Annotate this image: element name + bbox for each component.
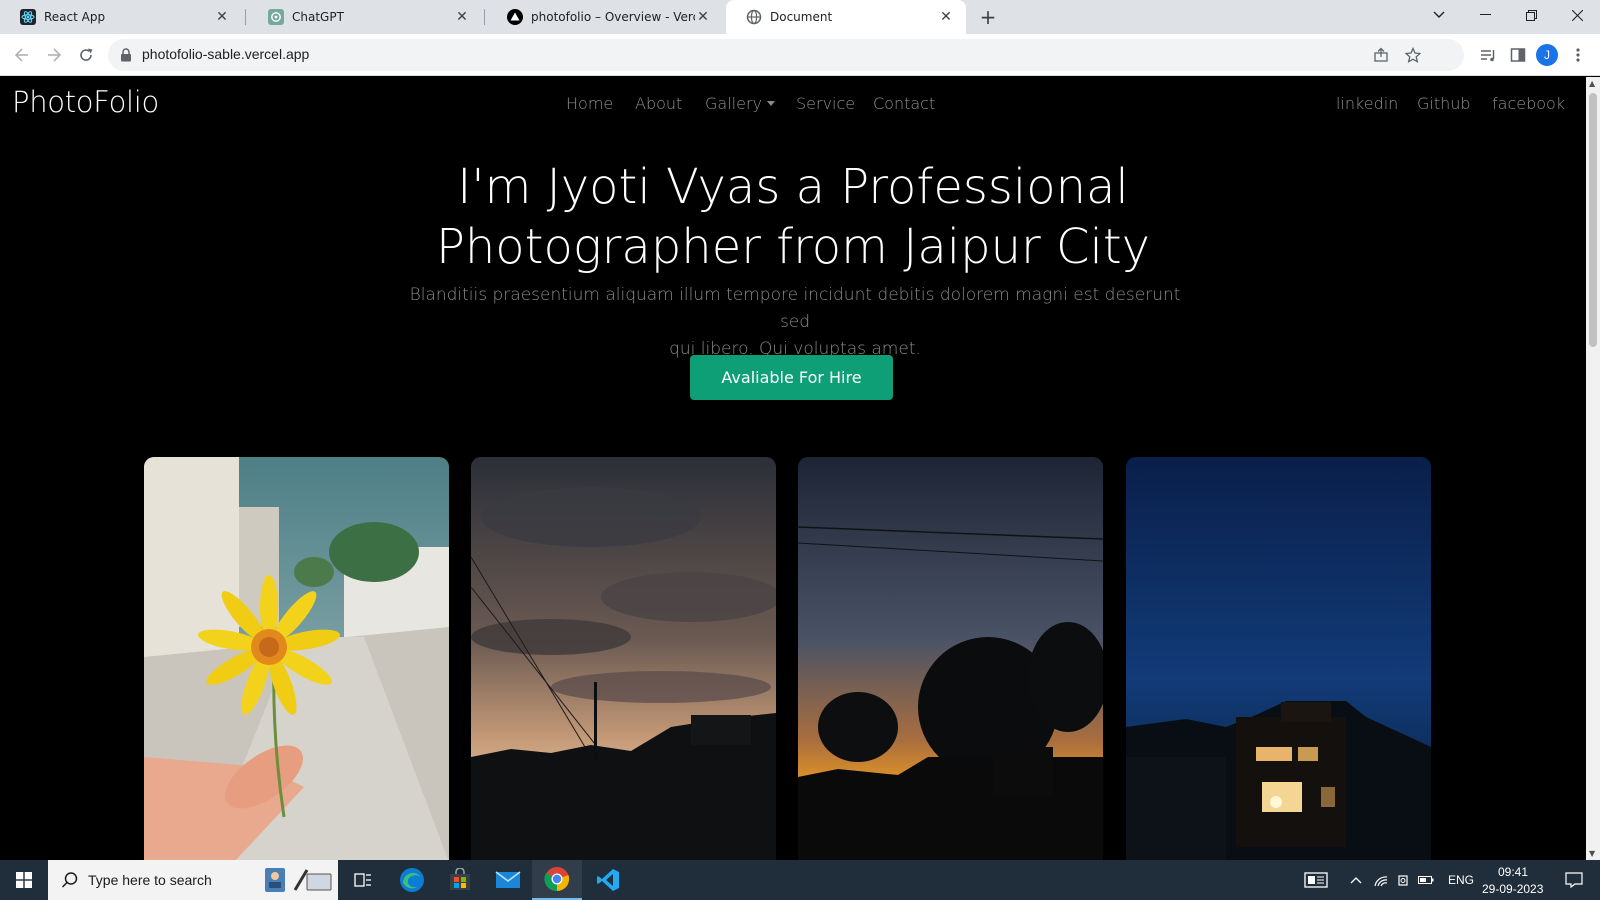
social-linkedin[interactable]: linkedin bbox=[1336, 94, 1398, 113]
speaker-icon[interactable] bbox=[1394, 860, 1414, 900]
hero-title-line2: Photographer from Jaipur City bbox=[435, 219, 1151, 275]
react-icon bbox=[20, 9, 36, 25]
wifi-icon[interactable] bbox=[1370, 860, 1392, 900]
clock-date[interactable]: 29-09-2023 bbox=[1482, 882, 1543, 896]
media-control-icon[interactable] bbox=[1476, 43, 1500, 67]
lock-icon[interactable] bbox=[120, 47, 132, 66]
address-bar[interactable]: photofolio-sable.vercel.app bbox=[108, 39, 1464, 71]
window-close-icon[interactable] bbox=[1554, 0, 1600, 30]
task-view-icon[interactable] bbox=[340, 860, 386, 900]
web-page: PhotoFolio Home About Gallery Service Co… bbox=[0, 77, 1586, 860]
tab-react-app[interactable]: React App ✕ bbox=[0, 0, 242, 34]
nav-gallery[interactable]: Gallery bbox=[705, 94, 775, 113]
side-panel-icon[interactable] bbox=[1506, 43, 1530, 67]
cloudy-sunset-photo bbox=[471, 457, 776, 860]
chrome-app-icon[interactable] bbox=[532, 860, 582, 900]
nav-contact[interactable]: Contact bbox=[873, 94, 935, 113]
nav-service[interactable]: Service bbox=[796, 94, 855, 113]
vscode-icon[interactable] bbox=[584, 860, 632, 900]
reload-icon[interactable] bbox=[74, 43, 98, 67]
globe-icon bbox=[746, 9, 762, 25]
tab-title: ChatGPT bbox=[292, 10, 344, 24]
hero-description: Blanditiis praesentium aliquam illum tem… bbox=[400, 282, 1190, 363]
tab-divider bbox=[245, 9, 246, 25]
gallery-card-sunset[interactable] bbox=[798, 457, 1103, 860]
scroll-up-icon[interactable]: ▲ bbox=[1589, 79, 1595, 88]
language-indicator[interactable]: ENG bbox=[1448, 873, 1474, 887]
hero-title-line1: I'm Jyoti Vyas a Professional bbox=[457, 159, 1129, 215]
flower-photo bbox=[144, 457, 449, 860]
tab-vercel[interactable]: photofolio – Overview - Vercel ✕ bbox=[487, 0, 723, 34]
close-icon[interactable]: ✕ bbox=[454, 9, 470, 25]
gallery-card-flower[interactable] bbox=[144, 457, 449, 860]
share-icon[interactable] bbox=[1372, 46, 1390, 64]
profile-avatar[interactable]: J bbox=[1536, 44, 1558, 66]
social-facebook[interactable]: facebook bbox=[1492, 94, 1565, 113]
minimize-icon[interactable] bbox=[1462, 0, 1508, 30]
tab-title: Document bbox=[770, 10, 833, 24]
gallery-card-night[interactable] bbox=[1126, 457, 1431, 860]
windows-taskbar: Type here to search ENG 09:41 29-09-2023 bbox=[0, 860, 1600, 900]
tab-title: React App bbox=[44, 10, 106, 24]
search-icon bbox=[61, 871, 79, 893]
tab-search-icon[interactable] bbox=[1416, 0, 1462, 30]
hero-text-line1: Blanditiis praesentium aliquam illum tem… bbox=[409, 285, 1181, 332]
nav-gallery-label: Gallery bbox=[705, 94, 762, 113]
notification-center-icon[interactable] bbox=[1556, 860, 1592, 900]
nav-home[interactable]: Home bbox=[566, 94, 613, 113]
windows-start-icon[interactable] bbox=[0, 860, 48, 900]
browser-toolbar: photofolio-sable.vercel.app J bbox=[0, 34, 1600, 76]
vercel-icon bbox=[507, 9, 523, 25]
mail-icon[interactable] bbox=[484, 860, 532, 900]
browser-tab-strip: React App ✕ ChatGPT ✕ photofolio – Overv… bbox=[0, 0, 1600, 34]
back-arrow-icon[interactable] bbox=[10, 43, 34, 67]
new-tab-button[interactable]: + bbox=[976, 5, 1000, 29]
caret-down-icon bbox=[766, 101, 775, 106]
search-placeholder: Type here to search bbox=[88, 872, 212, 888]
close-icon[interactable]: ✕ bbox=[695, 9, 711, 25]
tab-chatgpt[interactable]: ChatGPT ✕ bbox=[248, 0, 482, 34]
social-github[interactable]: Github bbox=[1417, 94, 1471, 113]
more-menu-icon[interactable] bbox=[1566, 43, 1590, 67]
sunset-trees-photo bbox=[798, 457, 1103, 860]
nav-about[interactable]: About bbox=[635, 94, 682, 113]
tab-document[interactable]: Document ✕ bbox=[726, 0, 966, 34]
battery-icon[interactable] bbox=[1416, 860, 1436, 900]
gallery-card-clouds[interactable] bbox=[471, 457, 776, 860]
close-icon[interactable]: ✕ bbox=[214, 9, 230, 25]
chatgpt-icon bbox=[268, 9, 284, 25]
forward-arrow-icon[interactable] bbox=[42, 43, 66, 67]
taskbar-search-box[interactable]: Type here to search bbox=[48, 860, 338, 900]
microsoft-store-icon[interactable] bbox=[436, 860, 484, 900]
tab-divider bbox=[484, 9, 485, 25]
hero-title: I'm Jyoti Vyas a Professional Photograph… bbox=[0, 157, 1586, 277]
restore-icon[interactable] bbox=[1508, 0, 1554, 30]
scrollbar-thumb[interactable] bbox=[1589, 93, 1597, 347]
night-house-photo bbox=[1126, 457, 1431, 860]
site-brand[interactable]: PhotoFolio bbox=[12, 85, 159, 119]
search-highlight-icon bbox=[263, 864, 333, 900]
scroll-down-icon[interactable]: ▼ bbox=[1589, 849, 1595, 858]
edge-browser-icon[interactable] bbox=[388, 860, 436, 900]
close-icon[interactable]: ✕ bbox=[938, 9, 954, 25]
chevron-up-icon[interactable] bbox=[1346, 860, 1366, 900]
news-widget-icon[interactable] bbox=[1296, 860, 1336, 900]
clock-time[interactable]: 09:41 bbox=[1498, 865, 1528, 879]
tab-title: photofolio – Overview - Vercel bbox=[531, 10, 695, 24]
bookmark-star-icon[interactable] bbox=[1404, 46, 1422, 64]
available-for-hire-button[interactable]: Avaliable For Hire bbox=[690, 355, 893, 400]
url-text[interactable]: photofolio-sable.vercel.app bbox=[142, 46, 309, 62]
page-scrollbar[interactable]: ▲ ▼ bbox=[1586, 77, 1600, 860]
